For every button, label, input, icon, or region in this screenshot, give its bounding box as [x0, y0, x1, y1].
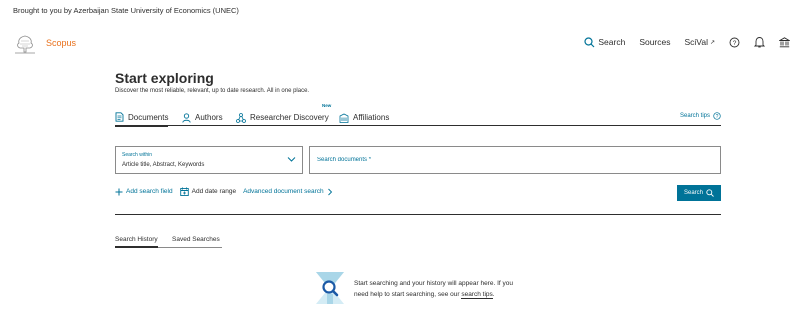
tab-documents[interactable]: Documents — [115, 109, 169, 127]
search-tips-label: Search tips — [679, 113, 710, 119]
search-within-label: Search within — [122, 152, 153, 158]
page-title: Start exploring — [115, 70, 214, 86]
nav-sources-link[interactable]: Sources — [639, 37, 670, 47]
tab-documents-label: Documents — [128, 112, 169, 122]
empty-history-illustration — [316, 272, 344, 304]
tab-authors[interactable]: Authors — [182, 109, 223, 126]
institution-icon — [779, 36, 790, 47]
empty-history-line1: Start searching and your history will ap… — [354, 280, 513, 287]
search-icon — [584, 36, 595, 47]
calendar-icon — [179, 187, 189, 196]
search-actions: Add search field Add date range Advanced… — [115, 187, 343, 196]
add-date-range-label: Add date range — [191, 188, 237, 195]
svg-text:?: ? — [733, 40, 737, 47]
tab-researcher-discovery-label: Researcher Discovery — [250, 113, 329, 122]
search-button-label: Search — [683, 190, 703, 196]
help-icon: ? — [729, 37, 740, 47]
search-documents-input[interactable] — [310, 147, 720, 173]
section-divider — [115, 214, 721, 215]
tab-saved-searches[interactable]: Saved Searches — [172, 236, 220, 248]
page-subtitle: Discover the most reliable, relevant, up… — [115, 88, 310, 94]
tab-authors-label: Authors — [195, 113, 223, 122]
notifications-button[interactable] — [754, 36, 765, 48]
nav-scival-link[interactable]: SciVal ↗ — [685, 37, 716, 47]
help-icon: ? — [713, 112, 721, 120]
search-button[interactable]: Search — [677, 185, 721, 201]
search-documents-field[interactable] — [309, 146, 721, 174]
empty-history-line2: need help to start searching, see our — [354, 291, 462, 298]
tab-researcher-discovery[interactable]: Researcher Discovery New — [236, 103, 331, 126]
document-icon — [115, 112, 124, 122]
advanced-search-label: Advanced document search — [243, 188, 324, 195]
institution-access-text: Brought to you by Azerbaijan State Unive… — [13, 6, 239, 15]
tab-affiliations[interactable]: Affiliations — [339, 109, 389, 126]
network-icon — [236, 112, 246, 123]
search-tips-inline-link[interactable]: search tips — [461, 291, 493, 299]
nav-search-link[interactable]: Search — [584, 36, 626, 48]
search-within-value: Article title, Abstract, Keywords — [122, 162, 205, 168]
help-button[interactable]: ? — [729, 37, 740, 48]
advanced-search-link[interactable]: Advanced document search — [243, 188, 336, 196]
empty-history-period: . — [492, 291, 495, 298]
chevron-down-icon — [287, 157, 296, 162]
elsevier-logo[interactable] — [12, 33, 38, 55]
empty-history-message: Start searching and your history will ap… — [354, 278, 513, 300]
institution-button[interactable] — [779, 36, 790, 48]
chevron-right-icon — [327, 188, 332, 195]
external-link-icon: ↗ — [709, 39, 715, 46]
new-badge: New — [322, 103, 332, 108]
search-type-tabs: Documents Authors Researcher Discovery N… — [115, 103, 721, 127]
nav-search-label: Search — [598, 37, 626, 47]
search-tips-link[interactable]: Search tips ? — [680, 112, 721, 120]
add-date-range-button[interactable]: Add date range — [179, 187, 237, 196]
person-icon — [182, 112, 191, 123]
nav-sources-label: Sources — [639, 37, 671, 47]
building-icon — [339, 113, 349, 123]
add-search-field-label: Add search field — [126, 188, 173, 195]
bell-icon — [754, 37, 765, 48]
tab-search-history[interactable]: Search History — [115, 236, 158, 248]
nav-scival-label: SciVal — [684, 37, 708, 47]
search-icon — [706, 189, 714, 197]
scopus-brand[interactable]: Scopus — [46, 38, 76, 48]
top-navigation: Scopus Search Sources SciVal ↗ ? — [0, 30, 800, 56]
svg-text:?: ? — [716, 114, 719, 120]
add-search-field-button[interactable]: Add search field — [115, 188, 173, 196]
plus-icon — [115, 188, 123, 195]
header-nav: Search Sources SciVal ↗ ? — [570, 36, 790, 48]
tab-affiliations-label: Affiliations — [353, 113, 390, 122]
history-tabs: Search History Saved Searches — [115, 234, 222, 248]
search-within-select[interactable]: Search within Article title, Abstract, K… — [115, 146, 303, 174]
